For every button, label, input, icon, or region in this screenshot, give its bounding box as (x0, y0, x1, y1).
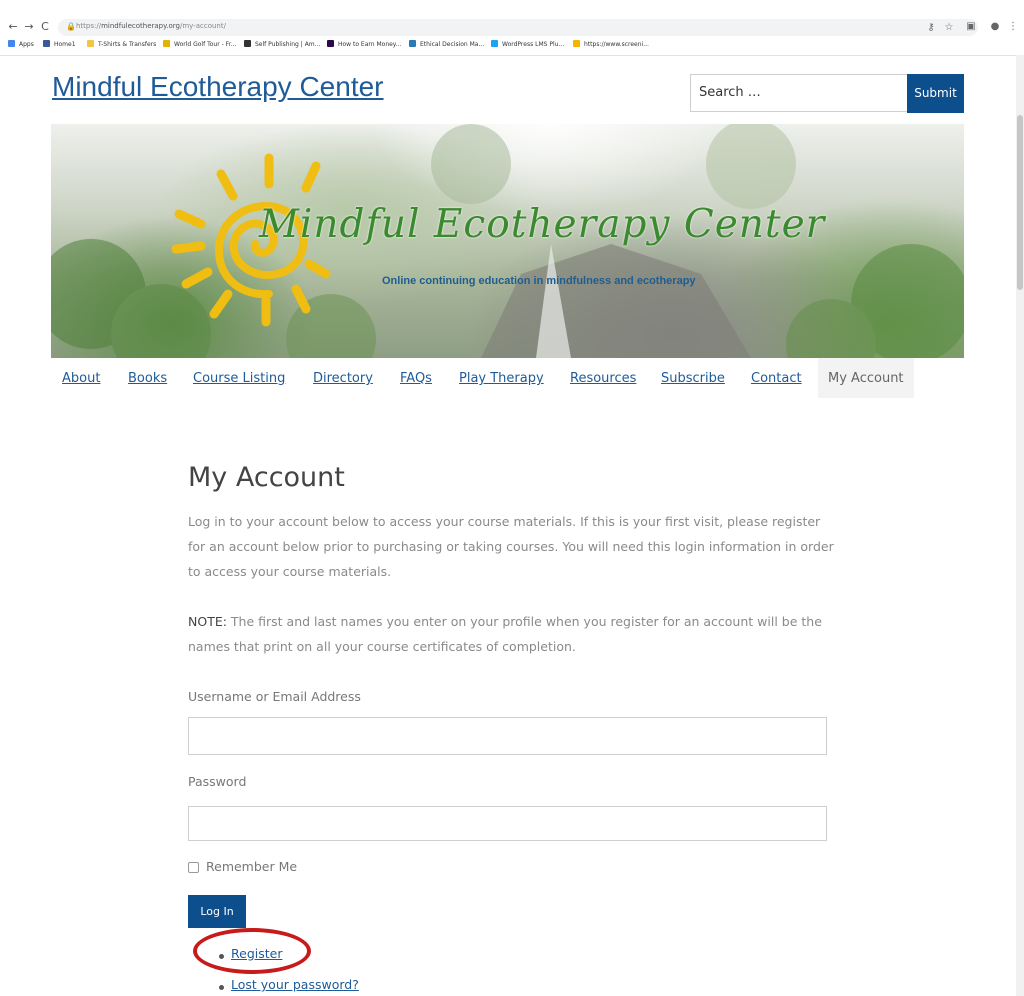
bookmark-label: WordPress LMS Plu... (502, 41, 565, 48)
bookmark-earn-money[interactable]: How to Earn Money... (327, 40, 401, 50)
note-paragraph: NOTE: The first and last names you enter… (188, 609, 838, 659)
nav-item-play-therapy[interactable]: Play Therapy (459, 358, 544, 398)
nav-item-my-account[interactable]: My Account (818, 358, 914, 398)
scrollbar-thumb[interactable] (1017, 115, 1023, 290)
diamond-icon (409, 40, 416, 47)
bookmark-self-publishing[interactable]: Self Publishing | Am... (244, 40, 320, 50)
bookmarks-bar: Apps Home1 T-Shirts & Transfers World Go… (0, 38, 1024, 52)
apps-grid-icon (8, 40, 15, 47)
address-bar-url: https://mindfulecotherapy.org/my-account… (76, 22, 226, 30)
lock-icon: 🔒 (66, 22, 76, 31)
nav-item-about[interactable]: About (62, 358, 100, 398)
banner-title: Mindful Ecotherapy Center (259, 202, 826, 247)
nav-item-directory[interactable]: Directory (313, 358, 373, 398)
page-title: My Account (188, 462, 345, 493)
url-domain: mindfulecotherapy.org (101, 22, 180, 30)
bookmark-label: Home1 (54, 41, 76, 48)
search-placeholder: Search … (699, 85, 761, 100)
globe-icon (573, 40, 580, 47)
lost-password-link[interactable]: Lost your password? (231, 977, 359, 992)
bookmark-label: https://www.screeni... (584, 41, 649, 48)
forward-arrow-icon[interactable]: → (22, 18, 36, 36)
nav-item-faqs[interactable]: FAQs (400, 358, 432, 398)
bookmark-label: Ethical Decision Ma... (420, 41, 485, 48)
login-button[interactable]: Log In (188, 895, 246, 928)
nav-item-contact[interactable]: Contact (751, 358, 802, 398)
bookmark-label: T-Shirts & Transfers (98, 41, 157, 48)
bookmark-label: How to Earn Money... (338, 41, 402, 48)
password-field[interactable] (188, 806, 827, 841)
profile-avatar-icon[interactable]: ● (988, 18, 1002, 36)
address-bar[interactable]: 🔒 https://mindfulecotherapy.org/my-accou… (58, 19, 978, 36)
remember-me-label: Remember Me (206, 859, 298, 874)
nav-item-books[interactable]: Books (128, 358, 167, 398)
note-text: The first and last names you enter on yo… (188, 614, 822, 654)
bookmark-world-golf[interactable]: World Golf Tour - Fr... (163, 40, 236, 50)
back-arrow-icon[interactable]: ← (6, 18, 20, 36)
site-icon (491, 40, 498, 47)
username-field[interactable] (188, 717, 827, 755)
golf-icon (163, 40, 170, 47)
star-icon[interactable]: ☆ (942, 19, 956, 37)
nav-item-course-listing[interactable]: Course Listing (193, 358, 285, 398)
extension-icon[interactable]: ▣ (964, 18, 978, 36)
password-label: Password (188, 774, 247, 789)
bookmark-tshirts[interactable]: T-Shirts & Transfers (87, 40, 156, 50)
username-label: Username or Email Address (188, 689, 361, 704)
bookmark-label: World Golf Tour - Fr... (174, 41, 237, 48)
banner-subtitle: Online continuing education in mindfulne… (382, 275, 696, 287)
bookmark-apps[interactable]: Apps (8, 40, 34, 50)
folder-icon (87, 40, 94, 47)
bookmark-screenshot[interactable]: https://www.screeni... (573, 40, 649, 50)
search-submit-button[interactable]: Submit (907, 74, 964, 113)
annotation-circle (193, 928, 311, 974)
nav-item-subscribe[interactable]: Subscribe (661, 358, 725, 398)
bookmark-wordpress-lms[interactable]: WordPress LMS Plu... (491, 40, 564, 50)
bookmark-home1[interactable]: Home1 (43, 40, 76, 50)
url-path: /my-account/ (179, 22, 226, 30)
bookmark-label: Self Publishing | Am... (255, 41, 321, 48)
search-input[interactable]: Search … (690, 74, 908, 112)
header-banner-image: Mindful Ecotherapy Center Online continu… (51, 124, 964, 358)
site-title-link[interactable]: Mindful Ecotherapy Center (52, 70, 384, 104)
intro-paragraph: Log in to your account below to access y… (188, 514, 834, 579)
site-icon (327, 40, 334, 47)
book-icon (244, 40, 251, 47)
note-label: NOTE: (188, 614, 227, 629)
list-bullet (219, 985, 224, 990)
page-scrollbar[interactable] (1016, 55, 1024, 996)
browser-toolbar: ← → C 🔒 https://mindfulecotherapy.org/my… (0, 18, 1024, 38)
facebook-icon (43, 40, 50, 47)
bookmark-ethical-decision[interactable]: Ethical Decision Ma... (409, 40, 484, 50)
browser-chrome: ← → C 🔒 https://mindfulecotherapy.org/my… (0, 0, 1024, 56)
main-navigation: About Books Course Listing Directory FAQ… (51, 358, 964, 398)
reload-icon[interactable]: C (38, 18, 52, 36)
nav-item-resources[interactable]: Resources (570, 358, 636, 398)
key-icon[interactable]: ⚷ (924, 19, 938, 37)
url-prefix: https:// (76, 22, 102, 30)
menu-kebab-icon[interactable]: ⋮ (1006, 18, 1020, 36)
bookmark-label: Apps (19, 41, 34, 48)
remember-me-checkbox[interactable] (188, 862, 199, 873)
